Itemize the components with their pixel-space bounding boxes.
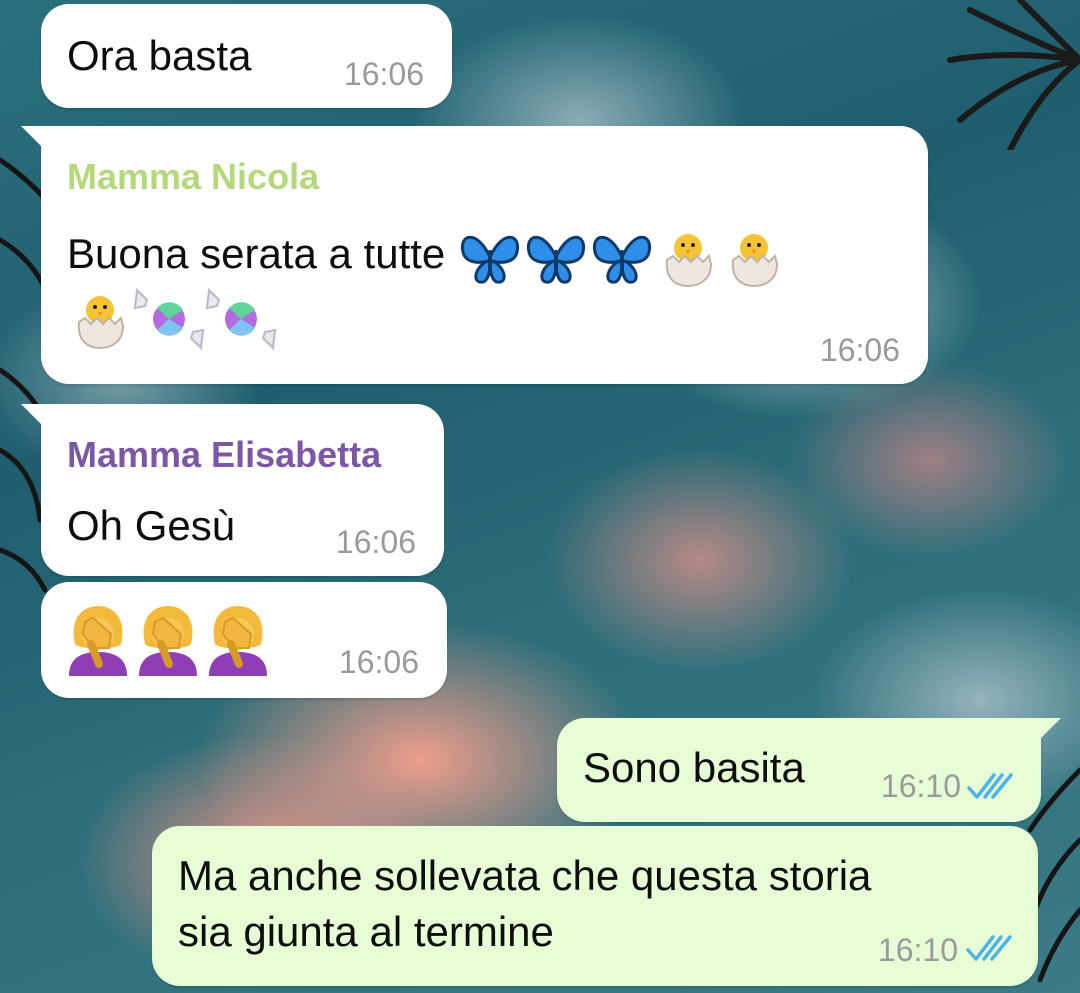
candy-emoji-icon [133,287,205,351]
read-receipt-icon [966,935,1012,961]
message-text: Ora basta [67,32,252,79]
message-text-line: sia giunta al termine [178,908,554,955]
message-text: Oh Gesù [67,502,236,549]
sender-name: Mamma Elisabetta [67,434,382,475]
palm-silhouette-top-right [947,0,1080,150]
hatching-chick-emoji-icon [731,234,778,288]
message-bubble-incoming[interactable]: 16:06 [41,582,447,698]
message-bubble-outgoing[interactable]: Ma anche sollevata che questa storia sia… [152,826,1038,986]
butterfly-emoji-icon [460,235,520,284]
face-palm-woman-emoji-icon [209,606,267,676]
face-palm-woman-emoji-icon [139,606,197,676]
message-bubble-incoming[interactable]: Mamma Elisabetta Oh Gesù 16:06 [21,404,444,576]
message-time: 16:06 [335,524,416,560]
candy-emoji-icon [205,287,277,351]
hatching-chick-emoji-icon [665,234,712,288]
message-bubble-outgoing[interactable]: Sono basita 16:10 [557,718,1061,822]
message-emoji-line [63,604,273,676]
sender-name: Mamma Nicola [67,156,320,197]
message-time: 16:06 [819,332,900,368]
message-emoji-line [67,286,277,352]
message-time: 16:06 [338,644,419,680]
message-text-content: Buona serata a tutte [67,230,446,278]
butterfly-emoji-icon [526,235,586,284]
face-palm-woman-emoji-icon [69,606,127,676]
message-bubble-incoming[interactable]: Ora basta 16:06 [41,4,452,108]
hatching-chick-emoji-icon [77,296,125,350]
message-text-line: Ma anche sollevata che questa storia [178,852,872,899]
message-time: 16:10 [877,932,958,968]
message-bubble-incoming[interactable]: Mamma Nicola Buona serata a tutte 16:06 [21,126,928,384]
message-text: Sono basita [583,744,805,791]
butterfly-emoji-icon [592,235,652,284]
message-time: 16:06 [343,56,424,92]
message-time: 16:10 [880,768,961,804]
message-text: Buona serata a tutte [67,224,787,290]
read-receipt-icon [967,773,1013,799]
